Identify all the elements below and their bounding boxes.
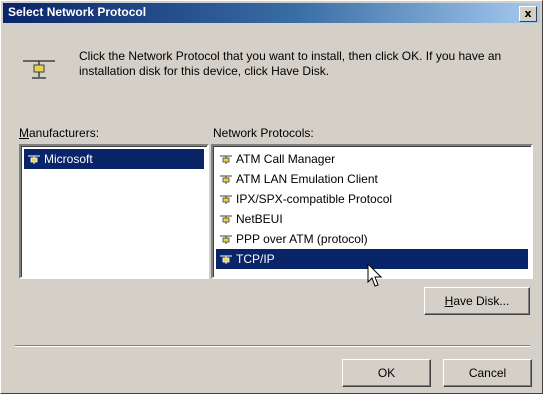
protocol-item[interactable]: PPP over ATM (protocol) [216, 229, 528, 249]
protocol-icon [220, 235, 232, 244]
list-item-label: ATM Call Manager [236, 152, 336, 166]
list-item-label: ATM LAN Emulation Client [236, 172, 378, 186]
network-protocol-icon [23, 60, 55, 79]
list-item-label: NetBEUI [236, 212, 283, 226]
protocol-icon [220, 255, 232, 264]
manufacturers-listbox[interactable]: Microsoft [19, 144, 209, 279]
dialog-window: Select Network Protocol x Click the Netw… [0, 0, 543, 394]
protocol-icon [220, 175, 232, 184]
ok-button[interactable]: OK [342, 359, 431, 387]
protocol-icon [28, 155, 40, 164]
window-title: Select Network Protocol [8, 5, 147, 19]
close-icon: x [524, 7, 532, 20]
network-protocols-label: Network Protocols: [213, 126, 314, 140]
list-item-label: IPX/SPX-compatible Protocol [236, 192, 393, 206]
protocol-item[interactable]: ATM Call Manager [216, 149, 528, 169]
cancel-button[interactable]: Cancel [443, 359, 532, 387]
close-button[interactable]: x [519, 6, 537, 22]
have-disk-button[interactable]: Have Disk... [424, 287, 530, 315]
divider [15, 345, 530, 347]
protocol-icon [220, 155, 232, 164]
list-item-label: Microsoft [44, 152, 93, 166]
manufacturer-item[interactable]: Microsoft [24, 149, 204, 169]
protocol-item[interactable]: NetBEUI [216, 209, 528, 229]
protocol-item[interactable]: ATM LAN Emulation Client [216, 169, 528, 189]
protocol-icon [220, 215, 232, 224]
title-bar[interactable]: Select Network Protocol x [3, 3, 540, 23]
list-item-label: TCP/IP [236, 252, 275, 266]
mouse-pointer-icon [367, 263, 383, 287]
protocol-icon [220, 195, 232, 204]
protocol-item[interactable]: IPX/SPX-compatible Protocol [216, 189, 528, 209]
list-item-label: PPP over ATM (protocol) [236, 232, 368, 246]
network-protocols-listbox[interactable]: ATM Call Manager ATM LAN Emulation Client… [211, 144, 533, 279]
manufacturers-label: Manufacturers: [19, 126, 100, 140]
instructions-text: Click the Network Protocol that you want… [79, 49, 502, 78]
